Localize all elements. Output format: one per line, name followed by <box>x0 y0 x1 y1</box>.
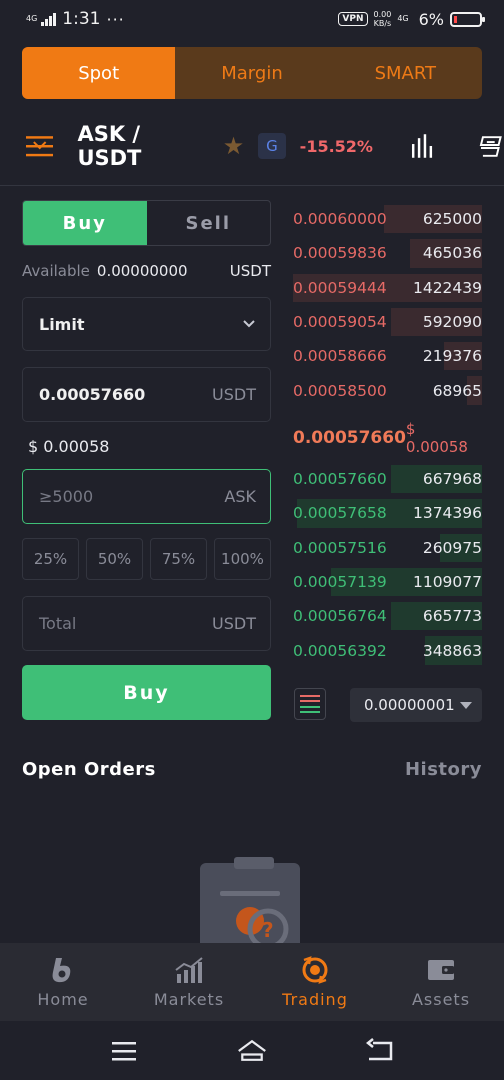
ask-row[interactable]: 0.00059444 1422439 <box>293 271 482 305</box>
vpn-icon: VPN <box>338 12 368 26</box>
ask-row[interactable]: 0.00058500 68965 <box>293 373 482 407</box>
amount-input[interactable]: ≥5000 ASK <box>22 469 271 524</box>
header-divider <box>0 185 504 186</box>
market-type-tabs: Spot Margin SMART <box>22 47 482 99</box>
amount-placeholder: ≥5000 <box>39 487 94 506</box>
nav-trading[interactable]: Trading <box>252 943 378 1021</box>
more-notifications-icon: ··· <box>106 9 125 29</box>
price-input[interactable]: 0.00057660 USDT <box>22 367 271 422</box>
bid-row[interactable]: 0.00056764 665773 <box>293 599 482 633</box>
network-speed: 0.00 KB/s <box>373 10 392 28</box>
open-orders-title: Open Orders <box>22 759 156 780</box>
empty-clipboard-icon: ? <box>200 857 300 945</box>
nav-markets[interactable]: Markets <box>126 943 252 1021</box>
home-icon[interactable] <box>237 1037 267 1065</box>
price-value: 0.00057660 <box>39 385 146 404</box>
order-book-asks: 0.00060000 625000 0.00059836 465036 0.0005… <box>293 202 482 408</box>
signal-icon <box>41 12 57 26</box>
price-usd-equivalent: $ 0.00058 <box>28 437 110 456</box>
quick-trade-icon[interactable] <box>479 134 504 158</box>
order-type-value: Limit <box>39 314 85 334</box>
chart-icon[interactable] <box>411 134 433 158</box>
network-type-right: 4G <box>397 14 409 23</box>
menu-icon[interactable] <box>109 1037 139 1065</box>
battery-icon <box>450 11 485 27</box>
bid-row[interactable]: 0.00056392 348863 <box>293 633 482 667</box>
tab-smart[interactable]: SMART <box>329 47 482 99</box>
order-type-select[interactable]: Limit <box>22 297 271 351</box>
home-logo-icon <box>52 957 71 982</box>
last-price: 0.00057660 <box>293 428 406 448</box>
buy-submit-button[interactable]: Buy <box>22 665 271 720</box>
bottom-nav: Home Markets Trading Assets <box>0 943 504 1021</box>
caret-down-icon <box>460 701 472 709</box>
total-unit: USDT <box>212 614 256 633</box>
bid-row[interactable]: 0.00057658 1374396 <box>293 496 482 530</box>
system-nav-bar <box>0 1021 504 1080</box>
ask-row[interactable]: 0.00059836 465036 <box>293 236 482 270</box>
bid-row[interactable]: 0.00057660 667968 <box>293 462 482 496</box>
available-balance: Available 0.00000000 USDT <box>22 262 271 280</box>
ask-row[interactable]: 0.00060000 625000 <box>293 202 482 236</box>
status-bar: 4G 1:31 ··· VPN 0.00 KB/s 4G 6% <box>0 0 504 38</box>
chevron-down-icon <box>243 320 255 328</box>
sell-tab[interactable]: Sell <box>147 201 271 245</box>
percent-100-button[interactable]: 100% <box>214 538 271 580</box>
buy-sell-toggle: Buy Sell <box>22 200 271 246</box>
svg-text:?: ? <box>262 918 274 942</box>
battery-percent: 6% <box>418 9 444 29</box>
amount-unit: ASK <box>224 487 256 506</box>
trading-icon <box>302 955 328 984</box>
last-price-usd: $ 0.00058 <box>405 420 468 456</box>
tab-margin[interactable]: Margin <box>175 47 328 99</box>
pair-menu-icon[interactable] <box>26 134 54 158</box>
last-price-row: 0.00057660 $ 0.00058 <box>293 420 482 456</box>
percent-25-button[interactable]: 25% <box>22 538 79 580</box>
total-placeholder: Total <box>39 614 77 633</box>
tab-spot[interactable]: Spot <box>22 47 176 99</box>
clock: 1:31 <box>62 9 101 29</box>
ask-row[interactable]: 0.00058666 219376 <box>293 339 482 373</box>
favorite-star-icon[interactable]: ★ <box>223 132 245 160</box>
pair-badge: G <box>258 133 286 159</box>
percent-selector: 25% 50% 75% 100% <box>22 538 271 580</box>
nav-home[interactable]: Home <box>0 943 126 1021</box>
pair-header: ASK / USDT ★ G -15.52% <box>0 118 504 174</box>
price-change: -15.52% <box>299 136 373 156</box>
buy-tab[interactable]: Buy <box>23 201 147 245</box>
order-book-bids: 0.00057660 667968 0.00057658 1374396 0.000… <box>293 462 482 668</box>
markets-chart-icon <box>175 956 203 983</box>
total-input[interactable]: Total USDT <box>22 596 271 651</box>
bid-row[interactable]: 0.00057516 260975 <box>293 531 482 565</box>
wallet-icon <box>428 959 454 980</box>
book-layout-icon[interactable] <box>294 688 326 720</box>
available-value: 0.00000000 <box>96 262 188 280</box>
available-label: Available <box>22 262 90 280</box>
bid-row[interactable]: 0.00057139 1109077 <box>293 565 482 599</box>
percent-75-button[interactable]: 75% <box>150 538 207 580</box>
pair-name[interactable]: ASK / USDT <box>77 122 208 170</box>
percent-50-button[interactable]: 50% <box>86 538 143 580</box>
available-currency: USDT <box>229 262 271 280</box>
nav-assets[interactable]: Assets <box>378 943 504 1021</box>
precision-value: 0.00000001 <box>364 696 455 714</box>
ask-row[interactable]: 0.00059054 592090 <box>293 305 482 339</box>
price-unit: USDT <box>212 385 256 404</box>
back-icon[interactable] <box>365 1037 395 1065</box>
precision-select[interactable]: 0.00000001 <box>350 688 482 722</box>
history-link[interactable]: History <box>405 759 482 780</box>
network-type: 4G <box>26 14 38 23</box>
